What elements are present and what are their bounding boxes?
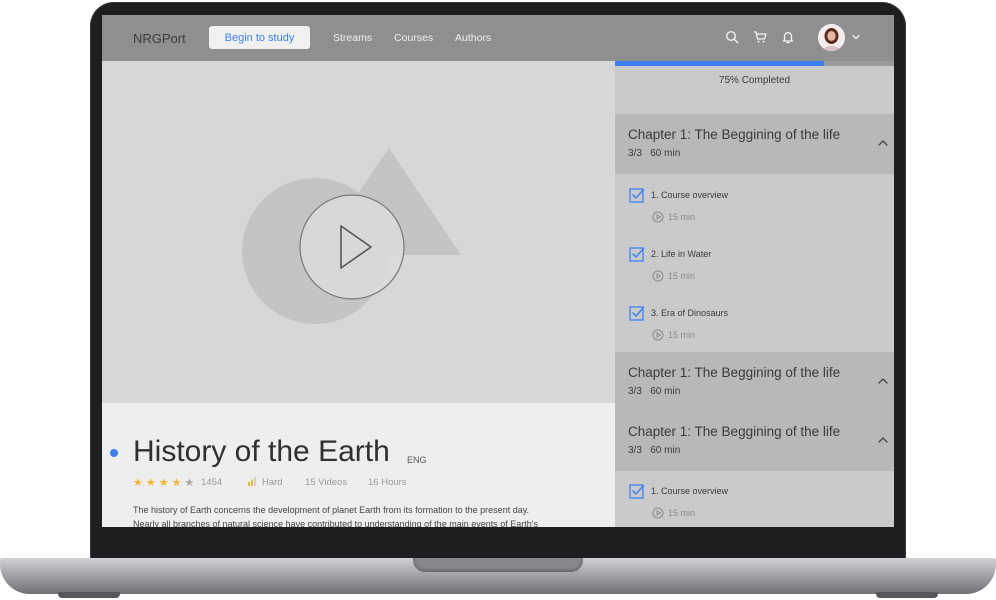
bars-icon (248, 477, 256, 486)
begin-to-study-button[interactable]: Begin to study (209, 26, 310, 49)
progress-label: 75% Completed (718, 75, 791, 86)
lesson-item[interactable]: 1. Course overview 15 min (615, 183, 894, 242)
chapter-header[interactable]: Chapter 1: The Beggining of the life 3/3… (615, 352, 894, 412)
avatar[interactable] (818, 24, 845, 51)
lesson-duration: 15 min (668, 330, 696, 340)
top-nav: NRGPort Begin to study Streams Courses A… (102, 15, 894, 61)
cart-icon[interactable] (753, 30, 767, 44)
chapter-header[interactable]: Chapter 1: The Beggining of the life 3/3… (615, 411, 894, 471)
difficulty: Hard (262, 477, 283, 488)
play-icon (652, 270, 664, 282)
avatar-image (818, 24, 845, 51)
lesson-label[interactable]: 3. Era of Dinosaurs (651, 308, 728, 318)
laptop-foot-right (876, 592, 938, 598)
active-dot (110, 449, 118, 457)
chapter-title: Chapter 1: The Beggining of the life (628, 424, 841, 439)
progress-fill (615, 61, 825, 66)
play-icon (652, 211, 664, 223)
course-title: History of the Earth (133, 435, 390, 468)
star-icon: ★ (133, 477, 146, 489)
rating-count: 1454 (201, 477, 223, 488)
play-icon[interactable] (300, 195, 404, 299)
chapter-header[interactable]: Chapter 1: The Beggining of the life 3/3… (615, 114, 894, 174)
nav-authors[interactable]: Authors (455, 32, 491, 44)
video-count: 15 Videos (305, 477, 348, 488)
course-description: The history of Earth concerns the develo… (133, 505, 538, 527)
chapter-meta: 3/3 60 min (628, 386, 681, 397)
play-icon (652, 329, 664, 341)
progress-bar (615, 61, 894, 66)
chevron-down-icon[interactable] (850, 31, 862, 43)
checkbox-icon[interactable] (629, 305, 645, 321)
laptop-foot-left (58, 592, 120, 598)
star-icon: ★ (171, 477, 185, 489)
rating-stars: ★★★★★ (133, 476, 197, 489)
chapter-meta: 3/3 60 min (628, 148, 681, 159)
chevron-up-icon[interactable] (877, 138, 889, 148)
star-icon: ★ (145, 477, 159, 489)
checkbox-icon[interactable] (629, 483, 645, 499)
play-icon (652, 507, 664, 519)
video-player[interactable] (102, 61, 615, 403)
checkbox-icon[interactable] (629, 246, 645, 262)
language-badge: ENG (407, 455, 427, 465)
lesson-label[interactable]: 1. Course overview (651, 486, 728, 496)
logo[interactable]: NRGPort (133, 31, 186, 46)
chevron-up-icon[interactable] (877, 435, 889, 445)
chapter-meta: 3/3 60 min (628, 445, 681, 456)
star-icon: ★ (184, 477, 198, 489)
laptop-notch (413, 558, 583, 572)
screen: NRGPort Begin to study Streams Courses A… (102, 15, 894, 527)
checkbox-icon[interactable] (629, 187, 645, 203)
search-icon[interactable] (725, 30, 739, 44)
lesson-duration: 15 min (668, 212, 696, 222)
course-info: History of the Earth ENG ★★★★★ 1454 Hard… (102, 403, 615, 527)
course-sidebar[interactable]: 75% Completed Chapter 1: The Beggining o… (615, 61, 894, 527)
lesson-duration: 15 min (668, 271, 696, 281)
hours-count: 16 Hours (368, 477, 407, 488)
lesson-item[interactable]: 2. Life in Water 15 min (615, 242, 894, 301)
lesson-duration: 15 min (668, 508, 696, 518)
chapter-title: Chapter 1: The Beggining of the life (628, 127, 841, 142)
lesson-label[interactable]: 2. Life in Water (651, 249, 711, 259)
chevron-up-icon[interactable] (877, 376, 889, 386)
star-icon: ★ (158, 477, 172, 489)
lesson-label[interactable]: 1. Course overview (651, 190, 728, 200)
nav-courses[interactable]: Courses (394, 32, 433, 44)
lesson-item[interactable]: 1. Course overview 15 min (615, 479, 894, 527)
chapter-title: Chapter 1: The Beggining of the life (628, 365, 841, 380)
bell-icon[interactable] (781, 30, 795, 44)
nav-streams[interactable]: Streams (333, 32, 372, 44)
